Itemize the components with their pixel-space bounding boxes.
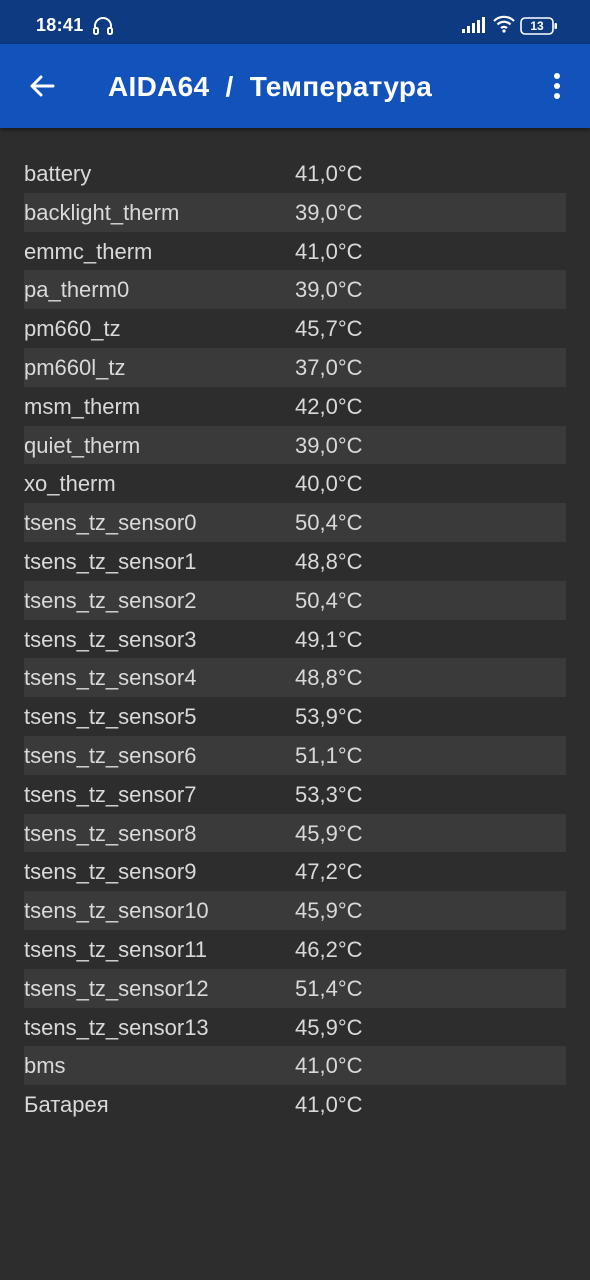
sensor-list: battery 41,0°C backlight_therm 39,0°C emmc_t…	[24, 154, 566, 1124]
sensor-name: quiet_therm	[24, 432, 141, 458]
sensor-row[interactable]: tsens_tz_sensor12 51,4°C	[24, 968, 566, 1008]
sensor-row[interactable]: tsens_tz_sensor10 45,9°C	[24, 891, 566, 930]
sensor-name: pm660l_tz	[24, 354, 126, 380]
sensor-value: 45,9°C	[295, 898, 363, 924]
sensor-name: pa_therm0	[24, 277, 130, 303]
arrow-back-icon[interactable]	[28, 72, 56, 100]
sensor-row[interactable]: bms 41,0°C	[24, 1046, 566, 1086]
battery-level: 13	[530, 19, 544, 33]
sensor-name: bms	[24, 1053, 66, 1079]
sensor-row[interactable]: quiet_therm 39,0°C	[24, 425, 566, 465]
sensor-value: 41,0°C	[295, 1053, 363, 1079]
sensor-name: battery	[24, 161, 92, 186]
sensor-name: tsens_tz_sensor9	[24, 859, 197, 885]
sensor-row[interactable]: tsens_tz_sensor1 48,8°C	[24, 542, 566, 581]
sensor-value: 49,1°C	[295, 626, 363, 652]
sensor-row[interactable]: tsens_tz_sensor7 53,3°C	[24, 775, 566, 814]
sensor-name: tsens_tz_sensor10	[24, 898, 209, 924]
app-bar: AIDA64 / Температура	[0, 44, 590, 128]
headset-icon	[93, 17, 113, 35]
status-bar: 18:41 13	[0, 0, 590, 44]
sensor-row[interactable]: Батарея 41,0°C	[24, 1085, 566, 1124]
page-title: AIDA64 / Температура	[108, 71, 433, 102]
sensor-value: 41,0°C	[295, 238, 363, 264]
sensor-name: xo_therm	[24, 471, 116, 497]
sensor-value: 45,9°C	[295, 1014, 363, 1040]
sensor-value: 53,9°C	[295, 704, 363, 730]
sensor-name: tsens_tz_sensor4	[24, 665, 197, 691]
sensor-value: 53,3°C	[295, 781, 363, 807]
sensor-value: 41,0°C	[295, 1092, 363, 1118]
sensor-value: 48,8°C	[295, 665, 363, 691]
sensor-value: 45,9°C	[295, 820, 363, 846]
sensor-row[interactable]: tsens_tz_sensor9 47,2°C	[24, 852, 566, 891]
sensor-value: 42,0°C	[295, 393, 363, 419]
sensor-row[interactable]: tsens_tz_sensor4 48,8°C	[24, 658, 566, 698]
sensor-name: backlight_therm	[24, 199, 180, 225]
sensor-row[interactable]: tsens_tz_sensor0 50,4°C	[24, 503, 566, 542]
sensor-name: pm660_tz	[24, 316, 121, 342]
sensor-value: 46,2°C	[295, 936, 363, 962]
wifi-icon	[493, 15, 515, 33]
status-time: 18:41	[36, 15, 84, 35]
sensor-value: 37,0°C	[295, 354, 363, 380]
sensor-value: 51,4°C	[295, 975, 363, 1001]
sensor-name: emmc_therm	[24, 238, 153, 264]
sensor-value: 41,0°C	[295, 161, 363, 186]
sensor-row[interactable]: tsens_tz_sensor2 50,4°C	[24, 580, 566, 620]
sensor-row[interactable]: xo_therm 40,0°C	[24, 464, 566, 503]
signal-icon	[462, 17, 485, 33]
sensor-value: 48,8°C	[295, 548, 363, 574]
more-vert-icon[interactable]	[548, 72, 566, 100]
sensor-row[interactable]: tsens_tz_sensor6 51,1°C	[24, 735, 566, 775]
sensor-name: tsens_tz_sensor2	[24, 587, 197, 613]
sensor-value: 50,4°C	[295, 510, 363, 536]
sensor-value: 39,0°C	[295, 277, 363, 303]
sensor-row[interactable]: msm_therm 42,0°C	[24, 387, 566, 426]
sensor-name: tsens_tz_sensor5	[24, 704, 197, 730]
sensor-name: tsens_tz_sensor11	[24, 936, 208, 962]
sensor-row[interactable]: backlight_therm 39,0°C	[24, 192, 566, 232]
sensor-name: tsens_tz_sensor13	[24, 1014, 209, 1040]
sensor-row[interactable]: emmc_therm 41,0°C	[24, 232, 566, 271]
sensor-value: 40,0°C	[295, 471, 363, 497]
sensor-row[interactable]: battery 41,0°C	[24, 154, 566, 193]
sensor-row[interactable]: pm660_tz 45,7°C	[24, 309, 566, 348]
sensor-value: 50,4°C	[295, 587, 363, 613]
sensor-name: tsens_tz_sensor3	[24, 626, 197, 652]
sensor-value: 45,7°C	[295, 316, 363, 342]
sensor-value: 51,1°C	[295, 742, 363, 768]
sensor-name: tsens_tz_sensor12	[24, 975, 209, 1001]
sensor-name: tsens_tz_sensor1	[24, 548, 197, 574]
sensor-name: tsens_tz_sensor6	[24, 742, 197, 768]
sensor-value: 39,0°C	[295, 432, 363, 458]
sensor-row[interactable]: tsens_tz_sensor3 49,1°C	[24, 620, 566, 659]
sensor-row[interactable]: pm660l_tz 37,0°C	[24, 347, 566, 387]
sensor-row[interactable]: tsens_tz_sensor8 45,9°C	[24, 813, 566, 853]
sensor-row[interactable]: tsens_tz_sensor5 53,9°C	[24, 697, 566, 736]
sensor-name: tsens_tz_sensor7	[24, 781, 197, 807]
sensor-value: 39,0°C	[295, 199, 363, 225]
sensor-name: tsens_tz_sensor0	[24, 510, 197, 536]
sensor-name: Батарея	[24, 1092, 109, 1118]
sensor-row[interactable]: tsens_tz_sensor11 46,2°C	[24, 930, 566, 969]
sensor-name: tsens_tz_sensor8	[24, 820, 197, 846]
sensor-row[interactable]: pa_therm0 39,0°C	[24, 270, 566, 310]
sensor-row[interactable]: tsens_tz_sensor13 45,9°C	[24, 1008, 566, 1047]
sensor-value: 47,2°C	[295, 859, 363, 885]
sensor-name: msm_therm	[24, 393, 141, 419]
